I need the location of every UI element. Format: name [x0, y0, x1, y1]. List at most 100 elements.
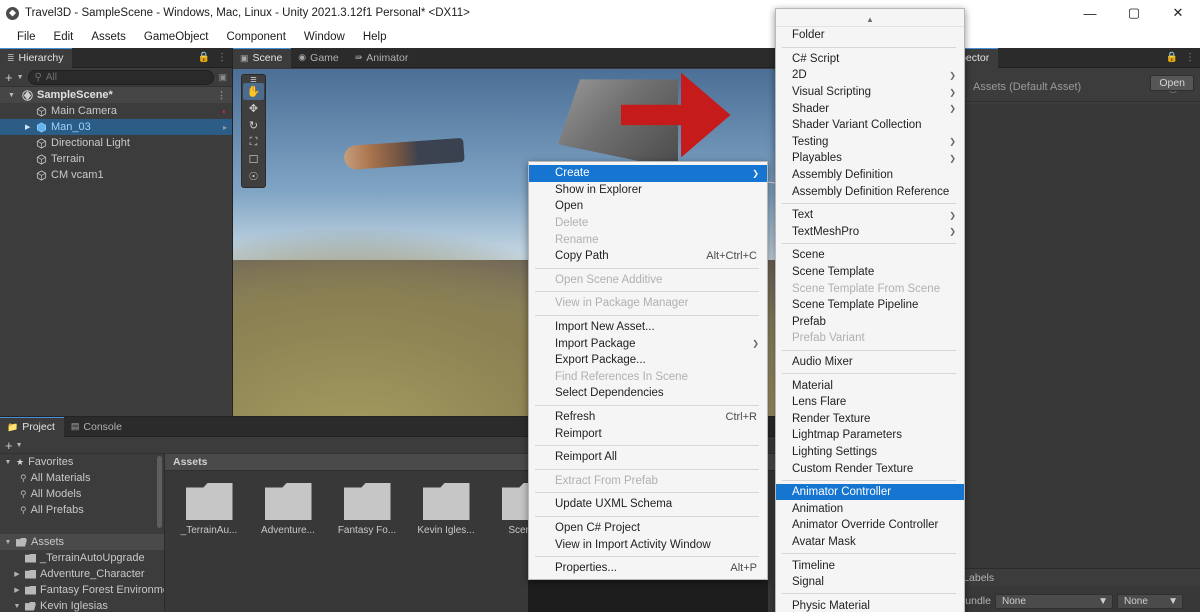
menu-item-open[interactable]: Open: [529, 198, 767, 215]
transform-tool-icon[interactable]: ☉: [243, 168, 264, 185]
close-button[interactable]: ✕: [1156, 0, 1200, 26]
submenu-item-lightmap-parameters[interactable]: Lightmap Parameters: [776, 427, 964, 444]
menu-item-import-new-asset[interactable]: Import New Asset...: [529, 319, 767, 336]
submenu-item-signal[interactable]: Signal: [776, 574, 964, 591]
menu-item-create[interactable]: Create ❯: [529, 165, 767, 182]
scroll-up-arrow-icon[interactable]: ▲: [776, 12, 964, 27]
minimize-button[interactable]: —: [1068, 0, 1112, 26]
open-asset-button[interactable]: Open: [1150, 75, 1194, 91]
chevron-down-icon[interactable]: ▼: [4, 539, 12, 546]
menu-item-update-uxml-schema[interactable]: Update UXML Schema: [529, 496, 767, 513]
menu-item-copy-path[interactable]: Copy Path Alt+Ctrl+C: [529, 248, 767, 265]
submenu-item-text[interactable]: Text ❯: [776, 207, 964, 224]
menu-item-select-dependencies[interactable]: Select Dependencies: [529, 385, 767, 402]
submenu-item-animation[interactable]: Animation: [776, 500, 964, 517]
kebab-icon[interactable]: ⋮: [1185, 52, 1195, 63]
asset-item-kevin-iglesias[interactable]: Kevin Igles...: [416, 483, 476, 547]
tree-scrollbar[interactable]: [157, 456, 162, 528]
tab-game[interactable]: ◉ Game: [291, 48, 347, 68]
submenu-item-2d[interactable]: 2D ❯: [776, 67, 964, 84]
chevron-right-icon[interactable]: ▶: [13, 570, 21, 578]
asset-item-terrainautoupgrade[interactable]: _TerrainAu...: [179, 483, 239, 547]
submenu-item-render-texture[interactable]: Render Texture: [776, 410, 964, 427]
menu-item-properties[interactable]: Properties... Alt+P: [529, 560, 767, 577]
tree-item-adventure-character[interactable]: ▶ Adventure_Character: [0, 566, 164, 582]
submenu-item-lighting-settings[interactable]: Lighting Settings: [776, 444, 964, 461]
rect-tool-icon[interactable]: ☐: [243, 151, 264, 168]
asset-item-fantasy-forest[interactable]: Fantasy Fo...: [337, 483, 397, 547]
hierarchy-item-cm-vcam1[interactable]: CM vcam1: [0, 167, 232, 183]
submenu-item-assembly-definition-reference[interactable]: Assembly Definition Reference: [776, 183, 964, 200]
submenu-item-animator-override-controller[interactable]: Animator Override Controller: [776, 517, 964, 534]
menu-assets[interactable]: Assets: [82, 26, 135, 48]
kebab-icon[interactable]: ⋮: [217, 90, 226, 101]
submenu-item-csharp-script[interactable]: C# Script: [776, 51, 964, 68]
project-add-button[interactable]: +: [5, 439, 13, 452]
lock-icon[interactable]: 🔒: [1166, 52, 1178, 63]
kebab-icon[interactable]: ⋮: [217, 52, 227, 63]
menu-gameobject[interactable]: GameObject: [135, 26, 218, 48]
menu-item-show-in-explorer[interactable]: Show in Explorer: [529, 182, 767, 199]
chevron-down-icon[interactable]: ▼: [17, 74, 24, 81]
menu-file[interactable]: File: [8, 26, 45, 48]
asset-item-adventure-character[interactable]: Adventure...: [258, 483, 318, 547]
submenu-item-scene[interactable]: Scene: [776, 247, 964, 264]
hierarchy-search-mode-icon[interactable]: ▣: [218, 72, 227, 83]
chevron-down-icon[interactable]: ▼: [13, 603, 21, 610]
menu-edit[interactable]: Edit: [45, 26, 83, 48]
submenu-item-testing[interactable]: Testing ❯: [776, 134, 964, 151]
submenu-item-timeline[interactable]: Timeline: [776, 557, 964, 574]
submenu-item-audio-mixer[interactable]: Audio Mixer: [776, 354, 964, 371]
hierarchy-item-samplescene[interactable]: ▼ SampleScene* ⋮: [0, 87, 232, 103]
hierarchy-item-man03[interactable]: ▶ Man_03 ▸: [0, 119, 232, 135]
tree-item-assets[interactable]: ▼ Assets: [0, 534, 164, 550]
menu-component[interactable]: Component: [217, 26, 294, 48]
hand-tool-icon[interactable]: ✋: [243, 83, 264, 100]
submenu-item-textmeshpro[interactable]: TextMeshPro ❯: [776, 224, 964, 241]
chevron-down-icon[interactable]: ▼: [16, 442, 23, 449]
submenu-item-visual-scripting[interactable]: Visual Scripting ❯: [776, 84, 964, 101]
rotate-tool-icon[interactable]: ↻: [243, 117, 264, 134]
tree-item-all-prefabs[interactable]: ⚲ All Prefabs: [0, 502, 164, 518]
maximize-button[interactable]: ▢: [1112, 0, 1156, 26]
submenu-item-folder[interactable]: Folder: [776, 27, 964, 44]
chevron-right-icon[interactable]: ▶: [25, 123, 30, 131]
scale-tool-icon[interactable]: ⛶: [243, 134, 264, 151]
tab-scene[interactable]: ▣ Scene: [233, 47, 292, 68]
menu-item-import-package[interactable]: Import Package ❯: [529, 335, 767, 352]
menu-item-export-package[interactable]: Export Package...: [529, 352, 767, 369]
menu-item-refresh[interactable]: Refresh Ctrl+R: [529, 409, 767, 426]
chevron-right-icon[interactable]: ▶: [13, 586, 21, 594]
menu-item-reimport-all[interactable]: Reimport All: [529, 449, 767, 466]
submenu-item-shader-variant-collection[interactable]: Shader Variant Collection: [776, 117, 964, 134]
menu-window[interactable]: Window: [295, 26, 354, 48]
submenu-item-lens-flare[interactable]: Lens Flare: [776, 394, 964, 411]
tree-item-terrainautoupgrade[interactable]: _TerrainAutoUpgrade: [0, 550, 164, 566]
hierarchy-item-main-camera[interactable]: Main Camera ◐: [0, 103, 232, 119]
tab-hierarchy[interactable]: ≣ Hierarchy: [0, 47, 73, 68]
tree-item-kevin-iglesias[interactable]: ▼ Kevin Iglesias: [0, 598, 164, 612]
assetbundle-dropdown[interactable]: None ▼: [994, 593, 1113, 609]
tab-console[interactable]: ▤ Console: [64, 417, 131, 437]
tab-animator[interactable]: ⇛ Animator: [348, 48, 418, 68]
move-tool-icon[interactable]: ✥: [243, 100, 264, 117]
submenu-item-assembly-definition[interactable]: Assembly Definition: [776, 167, 964, 184]
hierarchy-search-input[interactable]: ⚲ All: [27, 69, 215, 85]
hierarchy-add-button[interactable]: +: [5, 71, 13, 84]
hierarchy-item-terrain[interactable]: Terrain: [0, 151, 232, 167]
submenu-item-physic-material[interactable]: Physic Material: [776, 597, 964, 612]
submenu-item-custom-render-texture[interactable]: Custom Render Texture: [776, 460, 964, 477]
submenu-item-shader[interactable]: Shader ❯: [776, 100, 964, 117]
submenu-item-prefab[interactable]: Prefab: [776, 314, 964, 331]
tree-item-all-models[interactable]: ⚲ All Models: [0, 486, 164, 502]
tree-item-favorites[interactable]: ▼ ★ Favorites: [0, 454, 164, 470]
submenu-item-playables[interactable]: Playables ❯: [776, 150, 964, 167]
submenu-item-scene-template[interactable]: Scene Template: [776, 264, 964, 281]
menu-item-view-in-import-activity-window[interactable]: View in Import Activity Window: [529, 536, 767, 553]
hierarchy-item-directional-light[interactable]: Directional Light: [0, 135, 232, 151]
tree-item-all-materials[interactable]: ⚲ All Materials: [0, 470, 164, 486]
menu-item-open-csharp-project[interactable]: Open C# Project: [529, 520, 767, 537]
tree-item-fantasy-forest[interactable]: ▶ Fantasy Forest Environme: [0, 582, 164, 598]
submenu-item-avatar-mask[interactable]: Avatar Mask: [776, 534, 964, 551]
menu-item-reimport[interactable]: Reimport: [529, 425, 767, 442]
